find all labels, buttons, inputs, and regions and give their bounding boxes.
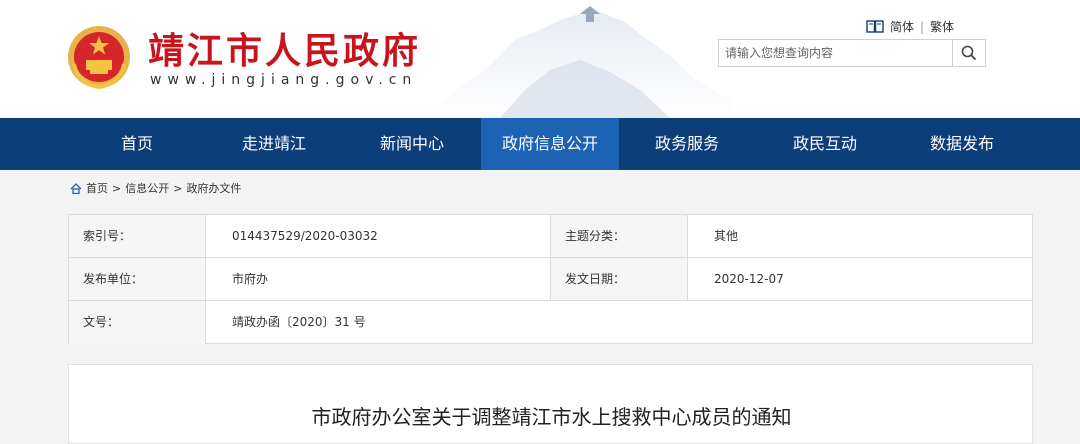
nav-public-interaction[interactable]: 政民互动	[756, 118, 894, 170]
date-value: 2020-12-07	[688, 258, 1032, 301]
lang-separator: |	[920, 19, 925, 34]
publisher-value: 市府办	[206, 258, 551, 301]
nav-news-center[interactable]: 新闻中心	[343, 118, 481, 170]
national-emblem-icon	[68, 26, 130, 90]
lang-simplified-link[interactable]: 简体	[890, 18, 914, 35]
breadcrumb: 首页 > 信息公开 > 政府办文件	[70, 180, 241, 196]
doc-number-label: 文号：	[69, 301, 206, 344]
landscape-illustration	[430, 6, 730, 118]
topic-value: 其他	[688, 215, 1032, 258]
language-switcher: 简体 | 繁体	[866, 18, 954, 35]
nav-about-jingjiang[interactable]: 走进靖江	[205, 118, 343, 170]
breadcrumb-separator: >	[112, 181, 122, 195]
breadcrumb-separator: >	[173, 181, 183, 195]
breadcrumb-info-disclosure[interactable]: 信息公开	[125, 180, 169, 196]
document-info-table: 索引号： 014437529/2020-03032 主题分类： 其他 发布单位：…	[68, 214, 1033, 344]
site-header: 靖江市人民政府 www.jingjiang.gov.cn 简体 | 繁体	[0, 0, 1080, 118]
site-title: 靖江市人民政府	[148, 30, 422, 72]
breadcrumb-gov-office-docs[interactable]: 政府办文件	[186, 180, 241, 196]
breadcrumb-home[interactable]: 首页	[86, 180, 108, 196]
lang-traditional-link[interactable]: 繁体	[930, 18, 954, 35]
search-input[interactable]	[719, 40, 952, 66]
index-value: 014437529/2020-03032	[206, 215, 551, 258]
date-label: 发文日期：	[551, 258, 688, 301]
article-title: 市政府办公室关于调整靖江市水上搜救中心成员的通知	[311, 405, 792, 429]
book-icon	[866, 20, 884, 33]
article-panel: 市政府办公室关于调整靖江市水上搜救中心成员的通知	[68, 364, 1033, 444]
site-url: www.jingjiang.gov.cn	[150, 72, 418, 88]
main-nav: 首页 走进靖江 新闻中心 政府信息公开 政务服务 政民互动 数据发布	[0, 118, 1080, 170]
topic-label: 主题分类：	[551, 215, 688, 258]
index-label: 索引号：	[69, 215, 206, 258]
search-button[interactable]	[952, 40, 985, 66]
search-icon	[961, 45, 977, 61]
home-icon	[70, 182, 82, 194]
doc-number-value: 靖政办函〔2020〕31 号	[232, 315, 366, 329]
nav-data-release[interactable]: 数据发布	[893, 118, 1031, 170]
search-box	[718, 39, 986, 67]
nav-home[interactable]: 首页	[68, 118, 206, 170]
nav-gov-info-disclosure[interactable]: 政府信息公开	[481, 118, 619, 170]
nav-gov-services[interactable]: 政务服务	[618, 118, 756, 170]
publisher-label: 发布单位：	[69, 258, 206, 301]
